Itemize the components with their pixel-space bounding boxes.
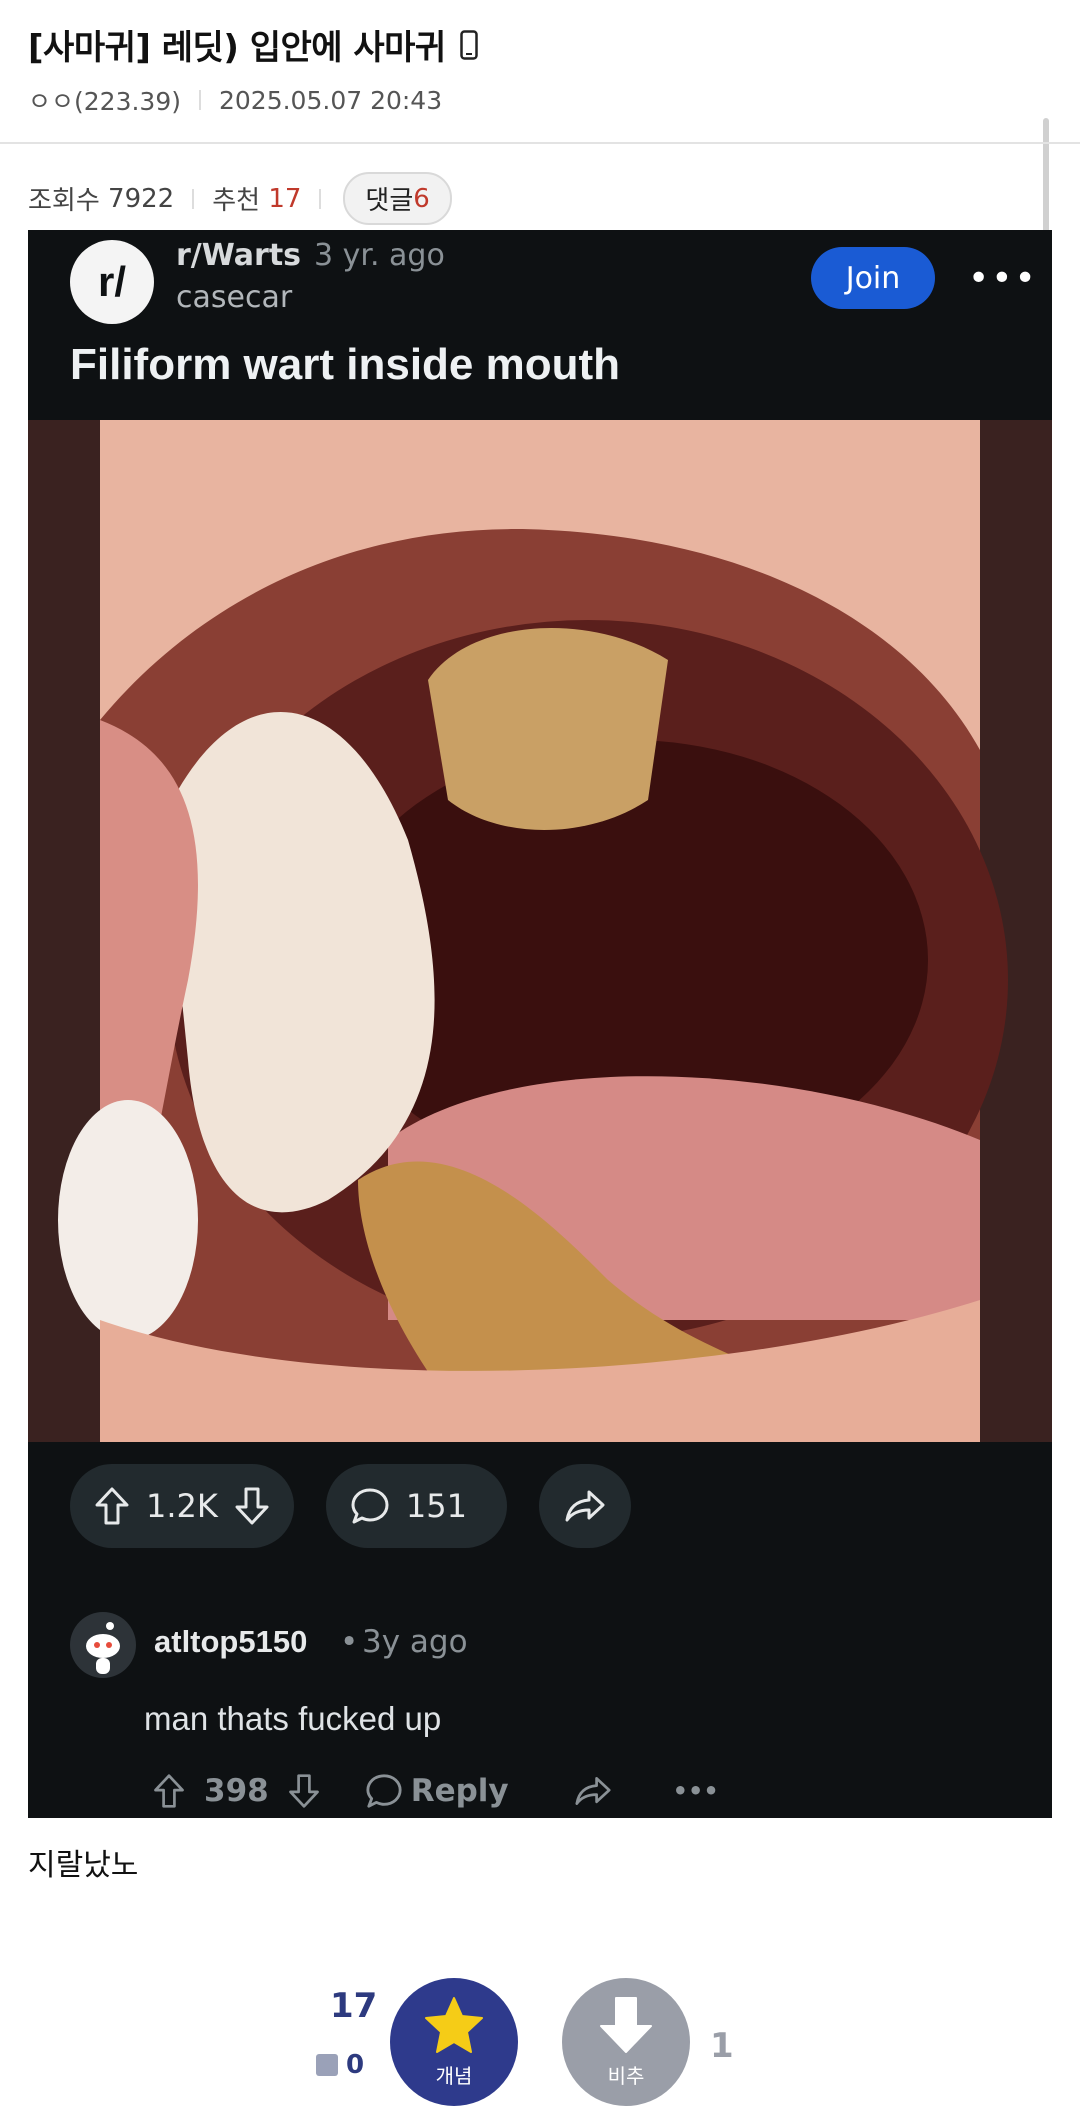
comment-count: 151 — [405, 1487, 467, 1525]
comment-username: atltop5150 — [154, 1624, 308, 1659]
reddit-post-title: Filiform wart inside mouth — [70, 340, 621, 389]
comment-score: 398 — [204, 1773, 269, 1809]
join-button: Join — [811, 247, 935, 309]
recommend-button[interactable]: 개념 — [390, 1978, 518, 2106]
share-icon — [573, 1773, 613, 1809]
vote-pill: 1.2K — [70, 1464, 294, 1548]
recommend-total: 17 — [330, 1986, 378, 2026]
more-options-icon: ••• — [968, 258, 1038, 299]
views-label: 조회수 — [28, 186, 100, 216]
comments-button[interactable]: 댓글 6 — [343, 172, 452, 225]
author-name[interactable]: ㅇㅇ(223.39) — [28, 82, 181, 118]
post-title-text: [사마귀] 레딧) 입안에 사마귀 — [28, 28, 446, 68]
subreddit-avatar: r/ — [70, 240, 154, 324]
fixed-recommend: 0 — [316, 2050, 364, 2080]
reddit-screenshot-image: r/ r/Warts 3 yr. ago casecar Join ••• Fi… — [28, 230, 1052, 1818]
reply-icon — [365, 1772, 403, 1810]
divider — [192, 188, 195, 209]
comment-age: 3y ago — [362, 1624, 468, 1660]
more-options-icon: ••• — [672, 1777, 719, 1805]
upvote-icon — [152, 1773, 186, 1809]
recommend-label: 개념 — [435, 2063, 473, 2088]
upvote-icon — [94, 1486, 130, 1526]
post-stats: 조회수 7922 추천 17 댓글 6 — [28, 172, 452, 225]
fixed-user-icon — [316, 2054, 338, 2076]
mouth-photo — [28, 420, 1052, 1442]
mobile-phone-icon — [459, 29, 478, 60]
not-recommend-label: 비추 — [607, 2063, 645, 2088]
comments-pill: 151 — [325, 1464, 507, 1548]
comments-count: 6 — [413, 183, 430, 214]
reply-label: Reply — [410, 1773, 509, 1809]
downvote-icon — [287, 1773, 321, 1809]
subreddit-name: r/Warts — [176, 238, 302, 273]
divider — [0, 142, 1080, 144]
share-pill — [538, 1464, 631, 1548]
post-score: 1.2K — [146, 1487, 218, 1525]
downvote-icon — [234, 1486, 270, 1526]
comment-bubble-icon — [350, 1486, 390, 1526]
post-body-text: 지랄났노 — [28, 1848, 139, 1883]
snoo-avatar-icon — [70, 1612, 136, 1678]
recommend-label: 추천 — [212, 186, 261, 216]
post-age: 3 yr. ago — [314, 238, 445, 273]
post-meta: ㅇㅇ(223.39) 2025.05.07 20:43 — [28, 82, 442, 118]
separator-dot: • — [340, 1624, 359, 1660]
reddit-username: casecar — [176, 280, 293, 315]
comment-actions: 398 Reply ••• — [152, 1772, 737, 1810]
fixed-recommend-count: 0 — [346, 2050, 365, 2080]
divider — [319, 188, 322, 209]
comments-label: 댓글 — [365, 186, 414, 216]
post-date: 2025.05.07 20:43 — [218, 85, 443, 115]
star-icon — [424, 1996, 484, 2058]
comment-text: man thats fucked up — [144, 1700, 442, 1737]
share-icon — [563, 1486, 607, 1526]
not-recommend-count: 1 — [710, 2026, 734, 2066]
down-arrow-icon — [599, 1996, 653, 2058]
not-recommend-button[interactable]: 비추 — [562, 1978, 690, 2106]
post-title: [사마귀] 레딧) 입안에 사마귀 — [28, 20, 478, 69]
recommend-count: 17 — [268, 183, 302, 214]
divider — [198, 90, 201, 110]
reddit-post-actions: 1.2K 151 — [70, 1464, 663, 1548]
views-count: 7922 — [108, 183, 175, 214]
